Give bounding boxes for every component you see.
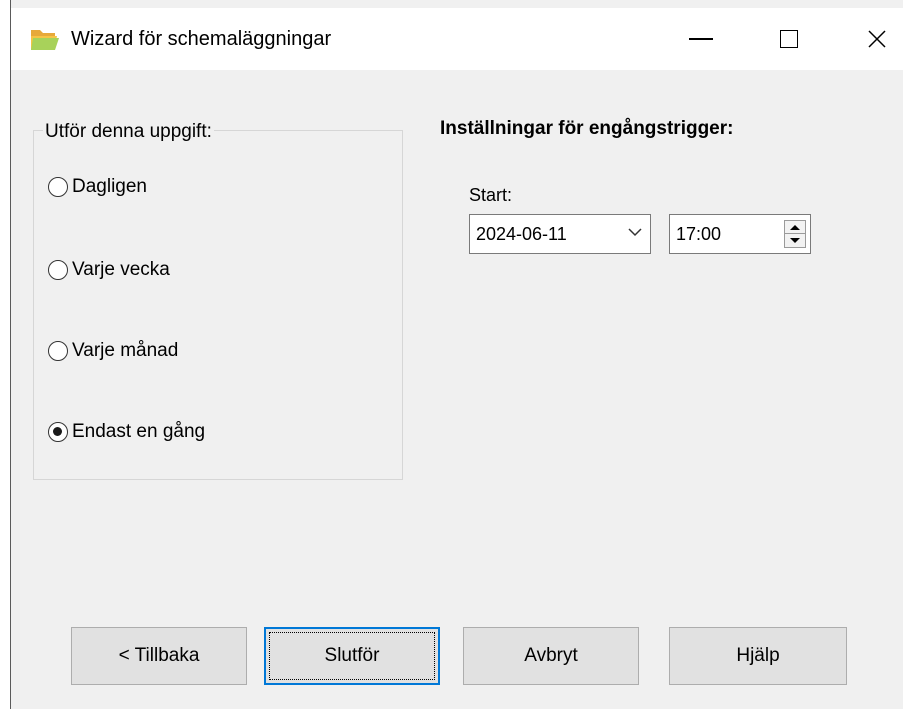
help-button[interactable]: Hjälp	[669, 627, 847, 685]
window-title: Wizard för schemaläggningar	[71, 28, 332, 50]
arrow-up-icon	[790, 224, 800, 230]
trigger-settings-heading: Inställningar för engångstrigger:	[440, 118, 734, 139]
start-time-input[interactable]: 17:00	[669, 214, 811, 254]
radio-daily[interactable]: Dagligen	[48, 176, 147, 198]
start-label: Start:	[469, 185, 513, 205]
close-button[interactable]	[847, 16, 903, 62]
finish-button[interactable]: Slutför	[264, 627, 440, 685]
radio-circle[interactable]	[48, 260, 68, 280]
radio-label: Dagligen	[72, 176, 147, 197]
title-bar[interactable]: Wizard för schemaläggningar	[11, 8, 903, 70]
spin-up-button[interactable]	[785, 221, 805, 234]
back-button[interactable]: < Tillbaka	[71, 627, 247, 685]
wizard-window: Wizard för schemaläggningar Utför denna …	[10, 0, 903, 709]
start-date-picker[interactable]: 2024-06-11	[469, 214, 651, 254]
chevron-down-icon[interactable]	[626, 223, 644, 241]
radio-circle[interactable]	[48, 422, 68, 442]
radio-monthly[interactable]: Varje månad	[48, 340, 178, 362]
radio-label: Endast en gång	[72, 421, 206, 442]
minimize-button[interactable]	[671, 16, 731, 62]
back-button-label: < Tillbaka	[118, 645, 200, 666]
radio-label: Varje månad	[72, 340, 179, 361]
start-date-value: 2024-06-11	[476, 224, 567, 244]
maximize-button[interactable]	[759, 16, 819, 62]
radio-once[interactable]: Endast en gång	[48, 421, 205, 443]
cancel-button-label: Avbryt	[524, 645, 578, 666]
radio-circle[interactable]	[48, 177, 68, 197]
focus-rectangle	[269, 632, 435, 680]
minimize-icon	[689, 38, 713, 40]
maximize-icon	[780, 30, 798, 48]
time-spinner[interactable]	[784, 220, 806, 248]
schedule-group-legend: Utför denna uppgift:	[43, 121, 214, 143]
radio-circle[interactable]	[48, 341, 68, 361]
arrow-down-icon	[790, 238, 800, 243]
start-time-value: 17:00	[676, 224, 722, 244]
close-icon	[868, 30, 886, 48]
spin-down-button[interactable]	[785, 234, 805, 247]
help-button-label: Hjälp	[736, 645, 780, 666]
radio-label: Varje vecka	[72, 259, 170, 280]
cancel-button[interactable]: Avbryt	[463, 627, 639, 685]
folder-icon	[29, 26, 59, 52]
radio-weekly[interactable]: Varje vecka	[48, 259, 170, 281]
